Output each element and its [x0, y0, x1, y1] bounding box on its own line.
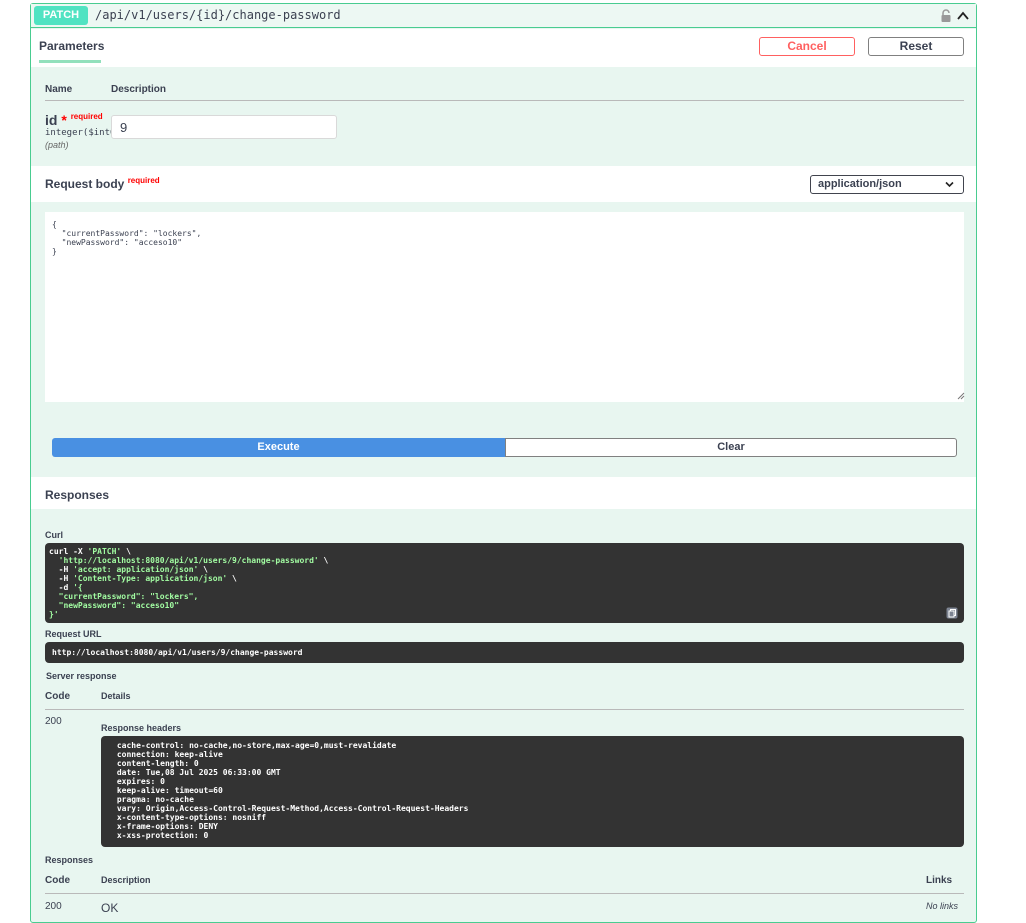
divider — [45, 709, 964, 710]
responses-header: Responses — [31, 477, 976, 509]
column-header-code: Code — [45, 691, 70, 702]
request-url-label: Request URL — [45, 629, 102, 639]
column-header-details: Details — [101, 691, 131, 701]
divider — [45, 100, 964, 101]
server-response-label: Server response — [46, 671, 117, 681]
resize-handle-icon[interactable] — [957, 392, 965, 400]
id-input[interactable] — [111, 115, 337, 139]
curl-method: 'PATCH' — [87, 547, 122, 556]
curl-header: 'Content-Type: application/json' — [73, 574, 228, 583]
operation-summary[interactable]: PATCH /api/v1/users/{id}/change-password — [31, 4, 976, 28]
documented-response-description: OK — [101, 901, 119, 915]
required-label: required — [70, 112, 103, 121]
responses-title: Responses — [45, 488, 110, 502]
execute-clear-group: Execute Clear — [52, 438, 957, 457]
param-name-text: id — [45, 112, 58, 128]
column-header-links: Links — [926, 875, 953, 886]
column-header-code: Code — [45, 875, 70, 886]
content-type-value: application/json — [818, 178, 902, 190]
request-body-title-text: Request body — [45, 177, 125, 191]
copy-icon[interactable] — [946, 607, 958, 619]
request-body-header: Request body required application/json — [31, 166, 976, 202]
curl-label: Curl — [45, 530, 63, 540]
divider — [45, 893, 964, 894]
chevron-down-icon — [945, 181, 954, 188]
reset-button[interactable]: Reset — [868, 37, 964, 56]
response-headers-block: cache-control: no-cache,no-store,max-age… — [101, 736, 964, 847]
curl-url: 'http://localhost:8080/api/v1/users/9/ch… — [58, 556, 319, 565]
chevron-up-icon[interactable] — [955, 8, 971, 24]
documented-response-code: 200 — [45, 901, 62, 912]
clear-button[interactable]: Clear — [505, 438, 957, 457]
param-name: id * required — [45, 112, 103, 128]
content-type-select[interactable]: application/json — [810, 175, 964, 194]
column-header-description: Description — [111, 84, 167, 95]
operation-block: PATCH /api/v1/users/{id}/change-password… — [30, 3, 977, 923]
documented-responses-label: Responses — [45, 855, 94, 865]
curl-code-block: curl -X 'PATCH' \ 'http://localhost:8080… — [45, 543, 964, 623]
request-url-block: http://localhost:8080/api/v1/users/9/cha… — [45, 642, 964, 663]
request-body-title: Request body required — [45, 176, 160, 191]
curl-text: curl -X — [49, 547, 88, 556]
curl-text: -H — [58, 565, 74, 574]
tab-underline — [39, 60, 101, 63]
method-badge: PATCH — [34, 6, 88, 25]
curl-header: 'accept: application/json' — [73, 565, 199, 574]
curl-text: -H — [58, 574, 74, 583]
documented-response-links: No links — [926, 901, 959, 911]
execute-button[interactable]: Execute — [52, 438, 505, 457]
required-star: * — [61, 112, 67, 128]
param-location: (path) — [45, 140, 69, 150]
curl-text: \ — [121, 547, 131, 556]
response-headers-label: Response headers — [101, 723, 182, 733]
required-label: required — [127, 176, 160, 185]
server-response-code: 200 — [45, 716, 62, 727]
request-body-editor[interactable]: { "currentPassword": "lockers", "newPass… — [45, 212, 964, 402]
column-header-name: Name — [45, 84, 73, 95]
operation-path: /api/v1/users/{id}/change-password — [95, 8, 341, 22]
cancel-button[interactable]: Cancel — [759, 37, 855, 56]
column-header-description: Description — [101, 875, 151, 885]
curl-text: -d — [58, 583, 74, 592]
lock-icon[interactable] — [939, 9, 953, 23]
tab-parameters[interactable]: Parameters — [39, 39, 104, 53]
